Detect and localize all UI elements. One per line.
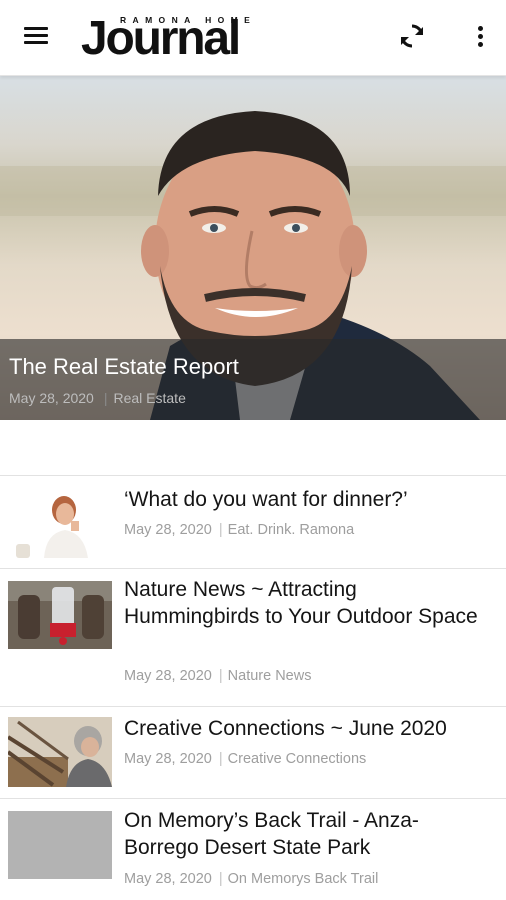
article-title[interactable]: ‘What do you want for dinner?’: [124, 486, 490, 513]
journal-logo[interactable]: RAMONA HOME Journal: [81, 10, 294, 66]
list-item[interactable]: Nature News ~ Attracting Hummingbirds to…: [0, 569, 506, 707]
article-title[interactable]: Nature News ~ Attracting Hummingbirds to…: [124, 576, 490, 630]
article-title[interactable]: Creative Connections ~ June 2020: [124, 715, 490, 742]
article-thumbnail: [8, 581, 112, 649]
article-title[interactable]: On Memory’s Back Trail - Anza-Borrego De…: [124, 807, 490, 861]
more-vert-icon[interactable]: [466, 20, 494, 52]
article-thumbnail: [8, 717, 112, 787]
article-category[interactable]: Creative Connections: [228, 751, 367, 767]
hero-date: May 28, 2020: [9, 390, 94, 406]
list-item[interactable]: On Memory’s Back Trail - Anza-Borrego De…: [0, 799, 506, 900]
article-date: May 28, 2020: [124, 668, 212, 684]
article-category[interactable]: Nature News: [228, 668, 312, 684]
section-spacer: [0, 420, 506, 476]
article-meta: May 28, 2020 | On Memorys Back Trail: [124, 871, 379, 887]
article-category[interactable]: Eat. Drink. Ramona: [228, 522, 355, 538]
article-date: May 28, 2020: [124, 871, 212, 887]
hero-category[interactable]: Real Estate: [113, 390, 185, 406]
article-meta: May 28, 2020 | Eat. Drink. Ramona: [124, 522, 355, 538]
article-date: May 28, 2020: [124, 751, 212, 767]
logo-wordmark: Journal: [81, 12, 241, 65]
menu-icon[interactable]: [20, 22, 54, 52]
article-thumbnail: [8, 488, 112, 558]
article-category[interactable]: On Memorys Back Trail: [228, 871, 379, 887]
article-meta: May 28, 2020 | Creative Connections: [124, 751, 367, 767]
article-thumbnail-placeholder: [8, 811, 112, 879]
featured-article[interactable]: The Real Estate Report May 28, 2020 | Real…: [0, 76, 506, 420]
article-date: May 28, 2020: [124, 522, 212, 538]
app-bar: RAMONA HOME Journal: [0, 0, 506, 76]
refresh-icon[interactable]: [396, 20, 428, 52]
hero-meta: May 28, 2020 | Real Estate: [9, 390, 186, 406]
list-item[interactable]: ‘What do you want for dinner?’ May 28, 2…: [0, 477, 506, 569]
article-meta: May 28, 2020 | Nature News: [124, 668, 312, 684]
list-item[interactable]: Creative Connections ~ June 2020 May 28,…: [0, 707, 506, 799]
hero-title[interactable]: The Real Estate Report: [9, 354, 239, 380]
